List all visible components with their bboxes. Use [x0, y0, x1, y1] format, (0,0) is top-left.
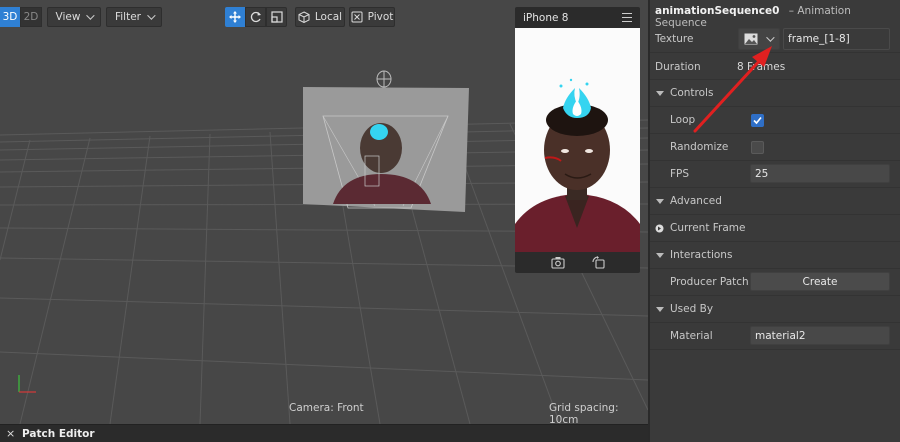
randomize-row: Randomize [650, 134, 900, 161]
camera-label: Camera: Front [289, 402, 364, 414]
scale-tool-button[interactable] [266, 7, 287, 27]
checkmark-icon [753, 116, 762, 124]
face-preview-image [515, 28, 640, 252]
grid-spacing-label: Grid spacing: 10cm [549, 402, 619, 424]
texture-picker-button[interactable] [738, 28, 780, 50]
patch-editor-title: Patch Editor [22, 428, 95, 440]
randomize-label: Randomize [670, 141, 729, 153]
current-frame-row[interactable]: Current Frame [650, 215, 900, 242]
fps-value: 25 [755, 167, 769, 180]
inspector-panel: animationSequence0 – Animation Sequence … [650, 0, 900, 442]
screenshot-camera-icon[interactable] [551, 256, 565, 269]
local-space-button[interactable]: Local [295, 7, 345, 27]
texture-value: frame_[1-8] [788, 33, 850, 45]
create-button[interactable]: Create [750, 272, 890, 291]
current-frame-label: Current Frame [670, 222, 746, 234]
chevron-down-icon [86, 11, 96, 20]
fps-row: FPS 25 [650, 161, 900, 188]
move-tool-button[interactable] [225, 7, 245, 27]
chevron-down-icon [147, 11, 156, 20]
pivot-icon [351, 11, 363, 23]
material-label: Material [670, 330, 713, 342]
rotate-icon [250, 11, 261, 23]
expand-triangle-icon [656, 307, 664, 312]
scene-viewport[interactable]: 3D 2D View Filter Local Pivot iPhone 8 C… [0, 0, 648, 424]
expand-triangle-icon [656, 199, 664, 204]
fps-input[interactable]: 25 [750, 164, 890, 183]
image-icon [744, 33, 758, 45]
expand-triangle-icon [656, 91, 664, 96]
loop-label: Loop [670, 114, 696, 126]
advanced-label: Advanced [670, 195, 722, 207]
used-by-label: Used By [670, 303, 714, 315]
patch-editor-bar[interactable]: × Patch Editor [0, 424, 648, 442]
material-link-field[interactable]: material2 [750, 326, 890, 345]
used-by-section-header[interactable]: Used By [650, 296, 900, 323]
producer-patch-label: Producer Patch [670, 276, 749, 288]
interactions-label: Interactions [670, 249, 733, 261]
device-preview-screen [515, 28, 640, 252]
cube-icon [298, 11, 310, 23]
pivot-label: Pivot [367, 11, 394, 23]
mode-2d-button[interactable]: 2D [20, 7, 42, 27]
material-row: Material material2 [650, 323, 900, 350]
pivot-button[interactable]: Pivot [349, 7, 395, 27]
texture-row: Texture frame_[1-8] [650, 25, 900, 53]
filter-dropdown[interactable]: Filter [106, 7, 162, 27]
scale-icon [270, 11, 283, 23]
texture-label: Texture [655, 32, 694, 45]
add-arrow-icon[interactable] [655, 224, 664, 233]
close-icon[interactable]: × [6, 427, 15, 440]
move-arrows-icon [229, 11, 241, 23]
view-label: View [55, 11, 81, 23]
view-dropdown[interactable]: View [47, 7, 101, 27]
randomize-checkbox[interactable] [751, 140, 764, 154]
local-label: Local [314, 11, 343, 23]
expand-triangle-icon [656, 253, 664, 258]
hamburger-menu-icon[interactable] [622, 13, 632, 22]
fps-label: FPS [670, 168, 690, 180]
chevron-down-icon [766, 33, 775, 42]
mode-3d-button[interactable]: 3D [0, 7, 20, 27]
scene-plane-object[interactable] [303, 70, 469, 212]
loop-checkbox[interactable] [751, 113, 764, 127]
duration-row: Duration 8 Frames [650, 54, 900, 80]
rotate-tool-button[interactable] [245, 7, 266, 27]
texture-value-field[interactable]: frame_[1-8] [783, 28, 890, 50]
create-label: Create [802, 275, 838, 288]
loop-row: Loop [650, 107, 900, 134]
controls-label: Controls [670, 87, 714, 99]
rotate-device-icon[interactable] [592, 256, 605, 269]
device-preview-panel: iPhone 8 [515, 7, 640, 273]
duration-value: 8 Frames [737, 60, 786, 73]
interactions-section-header[interactable]: Interactions [650, 242, 900, 269]
camera-gizmo-icon[interactable] [374, 70, 394, 96]
controls-section-header[interactable]: Controls [650, 80, 900, 107]
advanced-section-header[interactable]: Advanced [650, 188, 900, 215]
plane-wireframe [303, 87, 469, 212]
material-value: material2 [755, 329, 806, 342]
device-name-label: iPhone 8 [523, 12, 569, 24]
producer-patch-row: Producer Patch Create [650, 269, 900, 296]
object-name: animationSequence0 [655, 5, 780, 17]
duration-label: Duration [655, 60, 701, 73]
filter-label: Filter [114, 11, 141, 23]
